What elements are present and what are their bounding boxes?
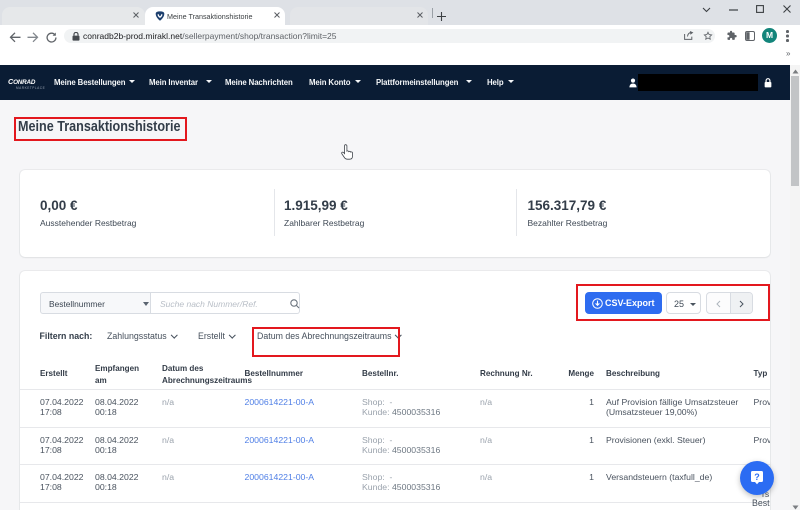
svg-text:?: ? [754, 472, 760, 482]
